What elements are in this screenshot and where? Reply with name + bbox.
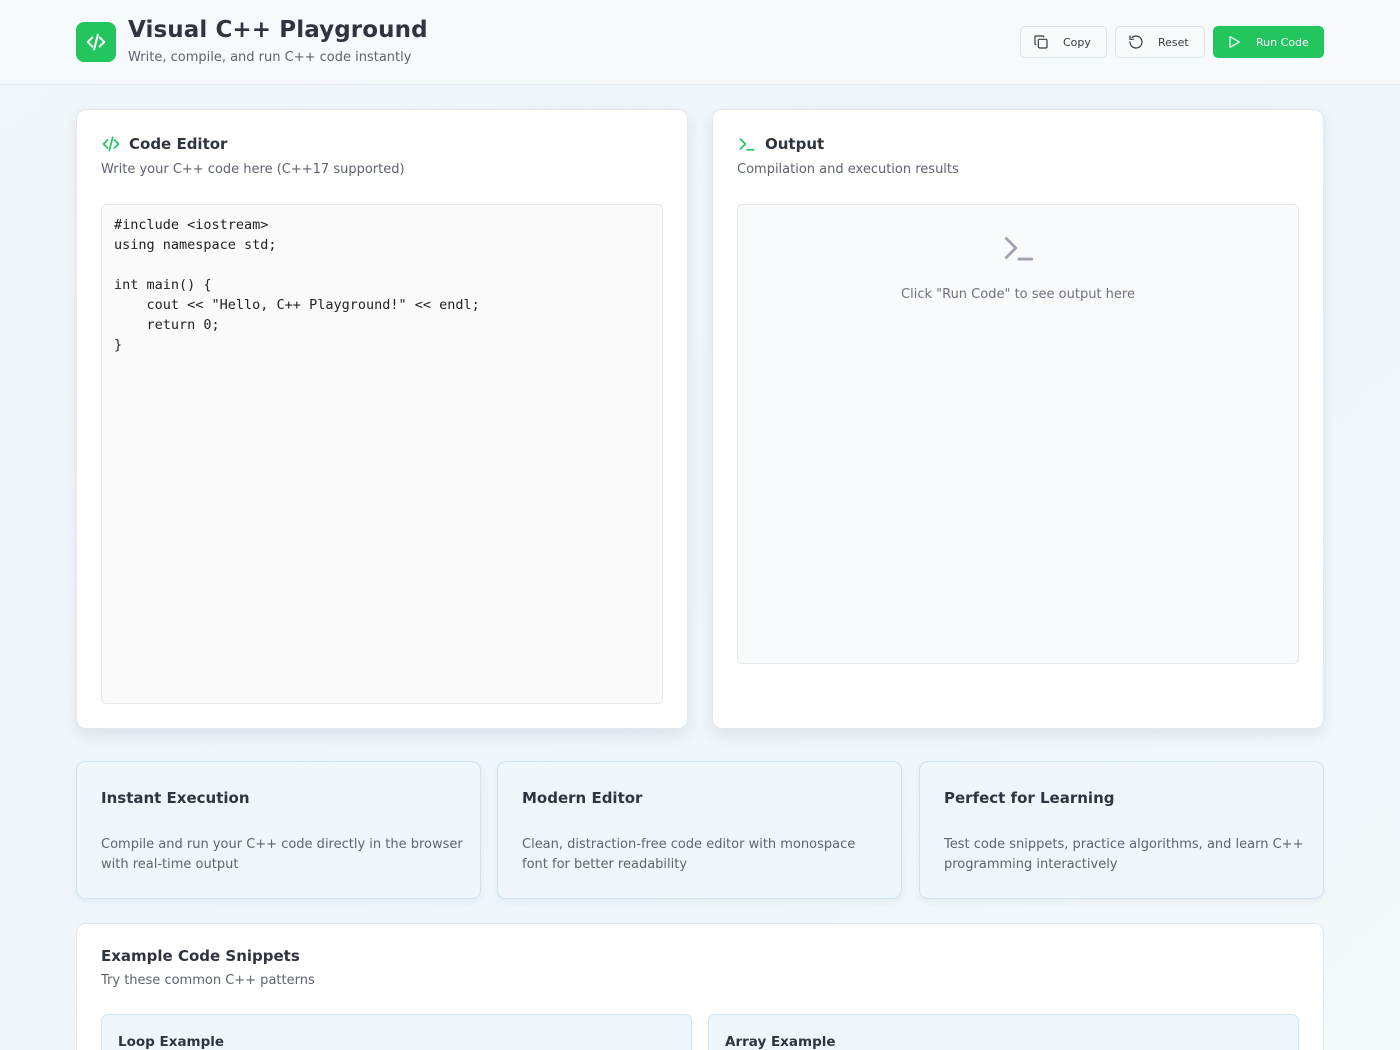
output-title: Output: [765, 135, 825, 153]
feature-title: Modern Editor: [522, 789, 643, 807]
code-editor-panel: Code Editor Write your C++ code here (C+…: [76, 109, 688, 729]
copy-icon: [1034, 35, 1048, 49]
play-icon: [1229, 36, 1240, 48]
run-code-button-label: Run Code: [1256, 35, 1309, 49]
example-card-loop[interactable]: Loop Example: [101, 1014, 692, 1050]
terminal-icon: [739, 138, 755, 151]
example-snippets-section: Example Code Snippets Try these common C…: [76, 923, 1324, 1050]
feature-description: Compile and run your C++ code directly i…: [101, 837, 463, 872]
example-card-array[interactable]: Array Example: [708, 1014, 1299, 1050]
feature-card-modern-editor: Modern Editor Clean, distraction-free co…: [497, 761, 902, 899]
copy-button[interactable]: Copy: [1020, 26, 1107, 58]
code-editor-subtitle: Write your C++ code here (C++17 supporte…: [101, 162, 405, 177]
example-card-label: Loop Example: [118, 1034, 225, 1050]
feature-title: Perfect for Learning: [944, 789, 1115, 807]
copy-button-label: Copy: [1063, 35, 1091, 49]
reset-button[interactable]: Reset: [1115, 26, 1205, 58]
run-code-button[interactable]: Run Code: [1213, 26, 1324, 58]
reset-icon: [1129, 35, 1143, 49]
feature-description: Clean, distraction-free code editor with…: [522, 837, 856, 872]
output-area: Click "Run Code" to see output here: [737, 204, 1299, 664]
reset-button-label: Reset: [1158, 35, 1189, 49]
code-editor-textarea[interactable]: #include <iostream> using namespace std;…: [101, 204, 663, 704]
example-card-label: Array Example: [725, 1034, 836, 1050]
app-subtitle: Write, compile, and run C++ code instant…: [128, 50, 412, 65]
code-icon: [86, 33, 106, 51]
app-title: Visual C++ Playground: [128, 17, 428, 43]
example-snippets-subtitle: Try these common C++ patterns: [101, 973, 315, 988]
output-placeholder: Click "Run Code" to see output here: [901, 287, 1135, 302]
feature-description: Test code snippets, practice algorithms,…: [944, 837, 1304, 872]
feature-card-perfect-for-learning: Perfect for Learning Test code snippets,…: [919, 761, 1324, 899]
example-snippets-title: Example Code Snippets: [101, 947, 300, 965]
code-icon: [102, 136, 120, 152]
code-editor-title: Code Editor: [129, 135, 228, 153]
app-header: Visual C++ Playground Write, compile, an…: [0, 0, 1400, 85]
output-subtitle: Compilation and execution results: [737, 162, 959, 177]
app-logo: [76, 22, 116, 62]
code-editor-header: Code Editor: [101, 134, 227, 154]
feature-title: Instant Execution: [101, 789, 250, 807]
feature-card-instant-execution: Instant Execution Compile and run your C…: [76, 761, 481, 899]
output-header: Output: [737, 134, 824, 154]
terminal-icon: [1004, 237, 1034, 261]
output-panel: Output Compilation and execution results…: [712, 109, 1324, 729]
